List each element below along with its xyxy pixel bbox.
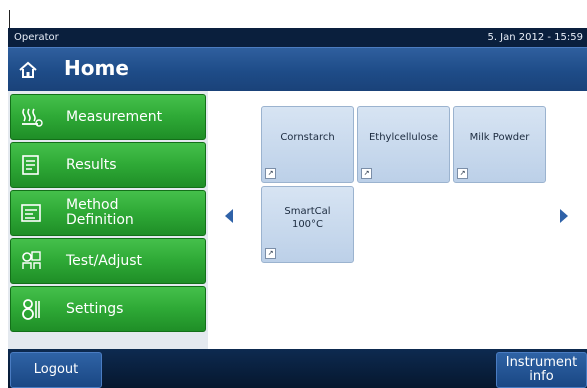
right-arrow-icon[interactable] xyxy=(560,209,568,223)
shortcut-label: Cornstarch xyxy=(280,132,335,143)
left-arrow-icon[interactable] xyxy=(225,209,233,223)
shortcut-link-icon: ↗ xyxy=(265,248,276,259)
main-menu: Measurement Results Method Definition Te… xyxy=(10,94,206,334)
shortcut-link-icon: ↗ xyxy=(265,168,276,179)
results-label: Results xyxy=(66,156,117,173)
shortcuts-panel: Cornstarch ↗ Ethylcellulose ↗ Milk Powde… xyxy=(208,91,587,349)
test-adjust-icon xyxy=(22,251,41,269)
logout-button[interactable]: Logout xyxy=(10,352,102,388)
shortcut-label: Milk Powder xyxy=(469,132,530,143)
shortcut-label: SmartCal 100°C xyxy=(284,205,331,230)
settings-label: Settings xyxy=(66,300,124,317)
shortcut-link-icon: ↗ xyxy=(457,168,468,179)
test-adjust-label: Test/Adjust xyxy=(66,252,143,269)
settings-button[interactable]: Settings xyxy=(10,286,206,332)
measurement-label: Measurement xyxy=(66,108,163,125)
results-button[interactable]: Results xyxy=(10,142,206,188)
shortcut-milk-powder[interactable]: Milk Powder ↗ xyxy=(453,106,546,183)
test-adjust-button[interactable]: Test/Adjust xyxy=(10,238,206,284)
measurement-button[interactable]: Measurement xyxy=(10,94,206,140)
results-icon xyxy=(22,155,39,175)
method-definition-button[interactable]: Method Definition xyxy=(10,190,206,236)
title-bar: Home xyxy=(8,47,587,91)
operator-label: Operator xyxy=(14,32,59,43)
date-time: 5. Jan 2012 - 15:59 xyxy=(487,32,583,43)
shortcut-link-icon: ↗ xyxy=(361,168,372,179)
bottom-bar: Logout Instrument info xyxy=(8,349,587,388)
method-definition-label: Method Definition xyxy=(66,197,134,228)
page-title: Home xyxy=(64,56,129,80)
home-icon[interactable] xyxy=(18,60,38,80)
method-definition-icon xyxy=(21,204,41,222)
measurement-icon xyxy=(22,108,43,127)
shortcut-ethylcellulose[interactable]: Ethylcellulose ↗ xyxy=(357,106,450,183)
settings-icon xyxy=(22,299,40,320)
text-cursor xyxy=(9,10,10,28)
instrument-screen: Operator 5. Jan 2012 - 15:59 Home Measur… xyxy=(8,28,587,388)
instrument-info-button[interactable]: Instrument info xyxy=(496,352,587,388)
shortcut-smartcal-100c[interactable]: SmartCal 100°C ↗ xyxy=(261,186,354,263)
status-bar: Operator 5. Jan 2012 - 15:59 xyxy=(8,28,587,47)
shortcut-cornstarch[interactable]: Cornstarch ↗ xyxy=(261,106,354,183)
main-content: Measurement Results Method Definition Te… xyxy=(8,91,587,349)
shortcut-label: Ethylcellulose xyxy=(368,132,439,143)
